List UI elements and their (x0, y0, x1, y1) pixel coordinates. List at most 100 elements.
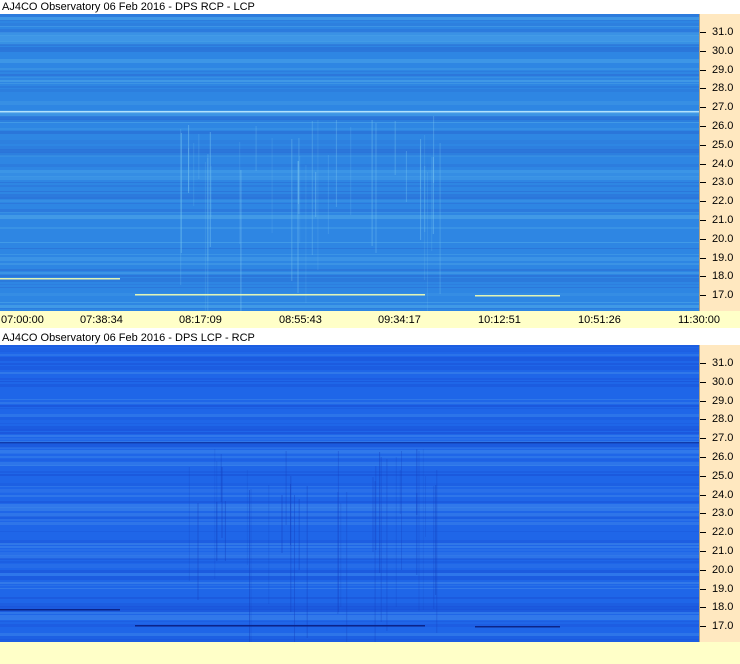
spectrogram-band (0, 546, 699, 548)
freq-tick (700, 381, 706, 383)
spectrogram-band (0, 516, 699, 519)
freq-tick (700, 257, 706, 259)
spectrogram-streak (216, 502, 218, 561)
spectrogram-band (0, 263, 699, 265)
spectrogram-streak (298, 499, 300, 570)
spectrogram-lcp[interactable] (0, 345, 699, 642)
spectrogram-streak (420, 139, 422, 240)
spectrogram-streak (335, 120, 337, 207)
spectrogram-band (0, 618, 699, 620)
freq-tick-label: 20.0 (712, 563, 734, 576)
spectrogram-band (0, 564, 699, 568)
spectrogram-band (0, 227, 699, 229)
spectrogram-lcp-canvas (0, 345, 699, 642)
spectrogram-streak (207, 154, 209, 261)
spectrogram-band (0, 489, 699, 492)
freq-tick (700, 494, 706, 496)
spectrogram-streak (193, 143, 195, 206)
spectrogram-band (0, 119, 699, 122)
spectrogram-band (0, 182, 699, 183)
spectrogram-streak (424, 135, 426, 280)
spectrogram-band (0, 254, 699, 255)
spectrogram-band (0, 573, 699, 576)
freq-tick-label: 21.0 (712, 545, 734, 557)
spectrogram-streak (250, 489, 252, 642)
freq-tick (700, 201, 706, 203)
spectrogram-band (0, 287, 699, 288)
spectrogram-band (0, 89, 699, 92)
freq-tick (700, 363, 706, 364)
freq-tick-label: 30.0 (712, 44, 734, 57)
spectrogram-trace (475, 295, 560, 297)
spectrogram-rcp[interactable] (0, 14, 699, 311)
spectrogram-trace (355, 294, 425, 296)
spectrogram-band (0, 522, 699, 525)
spectrogram-streak (433, 486, 435, 609)
freq-tick (700, 32, 706, 33)
spectrogram-band (0, 366, 699, 370)
spectrogram-streak (180, 133, 182, 253)
spectrogram-band (0, 576, 699, 580)
spectrogram-band (0, 456, 699, 458)
spectrogram-streak (249, 490, 250, 642)
freq-tick (700, 69, 706, 71)
time-label: 07:00:00 (1, 314, 44, 326)
spectrogram-band (0, 197, 699, 199)
spectrogram-band (0, 429, 699, 431)
time-label: 08:55:43 (279, 314, 322, 326)
spectrogram-streak (399, 470, 401, 514)
spectrogram-rcp-canvas (0, 14, 699, 311)
spectrogram-band (0, 351, 699, 352)
time-label: 11:30:00 (678, 314, 721, 326)
spectrogram-band (0, 80, 699, 82)
spectrogram-streak (386, 459, 388, 631)
spectrogram-band (0, 191, 699, 192)
freq-tick-label: 19.0 (712, 251, 734, 264)
freq-tick (700, 126, 706, 127)
freq-tick (700, 626, 706, 628)
spectrogram-streak (422, 449, 424, 610)
spectrogram-band (0, 426, 699, 429)
spectrogram-streak (315, 172, 317, 217)
freq-tick (700, 295, 706, 297)
spectrogram-band (0, 176, 699, 180)
spectrogram-band (0, 378, 699, 380)
spectrogram-band (0, 417, 699, 420)
spectrogram-band (0, 621, 699, 622)
spectrogram-band (0, 414, 699, 417)
spectrogram-band (0, 86, 699, 88)
spectrogram-band (0, 612, 699, 614)
spectrogram-band (0, 435, 699, 437)
spectrogram-streak (285, 451, 287, 525)
spectrogram-streak (197, 503, 199, 600)
spectrogram-band (0, 170, 699, 173)
spectrogram-band (0, 423, 699, 424)
spectrogram-band (0, 44, 699, 46)
spectrogram-streak (405, 151, 407, 202)
spectrogram-band (0, 354, 699, 356)
time-label: 08:17:09 (179, 314, 222, 326)
spectrogram-band (0, 14, 699, 17)
spectrogram-band (0, 495, 699, 497)
spectrogram-band (0, 122, 699, 123)
time-label: 09:34:17 (378, 314, 421, 326)
spectrogram-band (0, 248, 699, 249)
freq-tick (700, 144, 706, 146)
spectrogram-streak (340, 503, 342, 607)
spectrogram-streak (220, 454, 222, 502)
freq-tick (700, 588, 706, 590)
spectrogram-band (0, 17, 699, 20)
spectrogram-band (0, 570, 699, 573)
spectrogram-streak (317, 120, 319, 270)
spectrogram-background (0, 14, 699, 311)
spectrogram-band (0, 531, 699, 532)
spectrogram-band (0, 348, 699, 351)
time-label: 07:38:34 (80, 314, 123, 326)
freq-tick (700, 551, 706, 552)
spectrogram-band (0, 131, 699, 134)
spectrogram-trace (135, 294, 355, 296)
spectrogram-trace (475, 626, 560, 628)
freq-tick-label: 20.0 (712, 232, 734, 245)
spectrogram-band (0, 83, 699, 84)
spectrogram-streak (239, 142, 241, 244)
